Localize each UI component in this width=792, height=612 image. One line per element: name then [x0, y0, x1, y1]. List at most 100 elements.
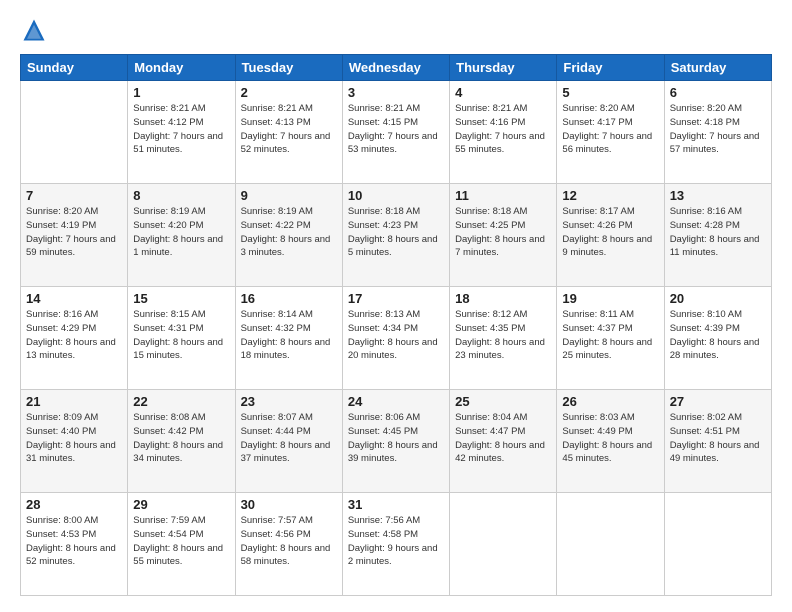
day-of-week-header: Sunday: [21, 55, 128, 81]
logo: [20, 16, 52, 44]
calendar-day-cell: [664, 493, 771, 596]
day-number: 28: [26, 497, 122, 512]
day-info: Sunrise: 8:19 AMSunset: 4:20 PMDaylight:…: [133, 205, 229, 260]
day-number: 6: [670, 85, 766, 100]
day-number: 9: [241, 188, 337, 203]
day-of-week-header: Monday: [128, 55, 235, 81]
calendar-day-cell: 1 Sunrise: 8:21 AMSunset: 4:12 PMDaylight…: [128, 81, 235, 184]
day-number: 4: [455, 85, 551, 100]
calendar-day-cell: 14 Sunrise: 8:16 AMSunset: 4:29 PMDayligh…: [21, 287, 128, 390]
calendar-day-cell: 31 Sunrise: 7:56 AMSunset: 4:58 PMDayligh…: [342, 493, 449, 596]
day-number: 7: [26, 188, 122, 203]
calendar-day-cell: 20Sunrise: 8:10 AMSunset: 4:39 PMDayligh…: [664, 287, 771, 390]
calendar-day-cell: [557, 493, 664, 596]
day-info: Sunrise: 8:13 AMSunset: 4:34 PMDaylight:…: [348, 308, 444, 363]
day-info: Sunrise: 8:10 AMSunset: 4:39 PMDaylight:…: [670, 308, 766, 363]
day-number: 1: [133, 85, 229, 100]
day-info: Sunrise: 8:17 AMSunset: 4:26 PMDaylight:…: [562, 205, 658, 260]
calendar-day-cell: 19 Sunrise: 8:11 AMSunset: 4:37 PMDayligh…: [557, 287, 664, 390]
day-info: Sunrise: 8:21 AMSunset: 4:15 PMDaylight:…: [348, 102, 444, 157]
day-of-week-header: Friday: [557, 55, 664, 81]
day-info: Sunrise: 8:21 AMSunset: 4:12 PMDaylight:…: [133, 102, 229, 157]
calendar-day-cell: 29Sunrise: 7:59 AMSunset: 4:54 PMDayligh…: [128, 493, 235, 596]
calendar-day-cell: 30 Sunrise: 7:57 AMSunset: 4:56 PMDayligh…: [235, 493, 342, 596]
day-number: 8: [133, 188, 229, 203]
calendar-day-cell: 22 Sunrise: 8:08 AMSunset: 4:42 PMDayligh…: [128, 390, 235, 493]
calendar-day-cell: 9 Sunrise: 8:19 AMSunset: 4:22 PMDaylight…: [235, 184, 342, 287]
day-number: 2: [241, 85, 337, 100]
day-number: 26: [562, 394, 658, 409]
calendar-day-cell: 25Sunrise: 8:04 AMSunset: 4:47 PMDayligh…: [450, 390, 557, 493]
day-number: 21: [26, 394, 122, 409]
calendar-day-cell: 3 Sunrise: 8:21 AMSunset: 4:15 PMDaylight…: [342, 81, 449, 184]
day-number: 18: [455, 291, 551, 306]
day-info: Sunrise: 8:06 AMSunset: 4:45 PMDaylight:…: [348, 411, 444, 466]
day-info: Sunrise: 8:21 AMSunset: 4:13 PMDaylight:…: [241, 102, 337, 157]
day-number: 10: [348, 188, 444, 203]
header: [20, 16, 772, 44]
calendar-day-cell: 12 Sunrise: 8:17 AMSunset: 4:26 PMDayligh…: [557, 184, 664, 287]
calendar-day-cell: 4 Sunrise: 8:21 AMSunset: 4:16 PMDaylight…: [450, 81, 557, 184]
day-info: Sunrise: 8:20 AMSunset: 4:19 PMDaylight:…: [26, 205, 122, 260]
day-number: 15: [133, 291, 229, 306]
day-info: Sunrise: 8:08 AMSunset: 4:42 PMDaylight:…: [133, 411, 229, 466]
day-number: 5: [562, 85, 658, 100]
calendar-day-cell: 13Sunrise: 8:16 AMSunset: 4:28 PMDayligh…: [664, 184, 771, 287]
calendar-day-cell: 5Sunrise: 8:20 AMSunset: 4:17 PMDaylight…: [557, 81, 664, 184]
calendar-day-cell: 28Sunrise: 8:00 AMSunset: 4:53 PMDayligh…: [21, 493, 128, 596]
day-number: 24: [348, 394, 444, 409]
calendar-day-cell: 11 Sunrise: 8:18 AMSunset: 4:25 PMDayligh…: [450, 184, 557, 287]
calendar-day-cell: 26 Sunrise: 8:03 AMSunset: 4:49 PMDayligh…: [557, 390, 664, 493]
calendar-week-row: 1 Sunrise: 8:21 AMSunset: 4:12 PMDaylight…: [21, 81, 772, 184]
day-info: Sunrise: 8:09 AMSunset: 4:40 PMDaylight:…: [26, 411, 122, 466]
calendar-week-row: 21 Sunrise: 8:09 AMSunset: 4:40 PMDayligh…: [21, 390, 772, 493]
calendar-day-cell: [21, 81, 128, 184]
calendar-day-cell: 27 Sunrise: 8:02 AMSunset: 4:51 PMDayligh…: [664, 390, 771, 493]
day-info: Sunrise: 8:12 AMSunset: 4:35 PMDaylight:…: [455, 308, 551, 363]
day-number: 3: [348, 85, 444, 100]
calendar-day-cell: 16Sunrise: 8:14 AMSunset: 4:32 PMDayligh…: [235, 287, 342, 390]
calendar-week-row: 28Sunrise: 8:00 AMSunset: 4:53 PMDayligh…: [21, 493, 772, 596]
calendar-day-cell: 17 Sunrise: 8:13 AMSunset: 4:34 PMDayligh…: [342, 287, 449, 390]
day-number: 30: [241, 497, 337, 512]
calendar-day-cell: 24 Sunrise: 8:06 AMSunset: 4:45 PMDayligh…: [342, 390, 449, 493]
day-of-week-header: Tuesday: [235, 55, 342, 81]
day-info: Sunrise: 8:02 AMSunset: 4:51 PMDaylight:…: [670, 411, 766, 466]
day-of-week-header: Thursday: [450, 55, 557, 81]
calendar-day-cell: 15Sunrise: 8:15 AMSunset: 4:31 PMDayligh…: [128, 287, 235, 390]
calendar-day-cell: 10 Sunrise: 8:18 AMSunset: 4:23 PMDayligh…: [342, 184, 449, 287]
day-number: 31: [348, 497, 444, 512]
day-of-week-header: Saturday: [664, 55, 771, 81]
logo-icon: [20, 16, 48, 44]
day-number: 27: [670, 394, 766, 409]
day-number: 23: [241, 394, 337, 409]
day-number: 11: [455, 188, 551, 203]
day-info: Sunrise: 7:57 AMSunset: 4:56 PMDaylight:…: [241, 514, 337, 569]
day-number: 29: [133, 497, 229, 512]
day-number: 14: [26, 291, 122, 306]
calendar-table: SundayMondayTuesdayWednesdayThursdayFrid…: [20, 54, 772, 596]
day-number: 19: [562, 291, 658, 306]
day-info: Sunrise: 8:04 AMSunset: 4:47 PMDaylight:…: [455, 411, 551, 466]
day-info: Sunrise: 8:18 AMSunset: 4:23 PMDaylight:…: [348, 205, 444, 260]
day-info: Sunrise: 8:07 AMSunset: 4:44 PMDaylight:…: [241, 411, 337, 466]
day-number: 17: [348, 291, 444, 306]
day-info: Sunrise: 7:56 AMSunset: 4:58 PMDaylight:…: [348, 514, 444, 569]
calendar-day-cell: 6 Sunrise: 8:20 AMSunset: 4:18 PMDaylight…: [664, 81, 771, 184]
calendar-day-cell: [450, 493, 557, 596]
day-info: Sunrise: 8:20 AMSunset: 4:18 PMDaylight:…: [670, 102, 766, 157]
day-info: Sunrise: 8:16 AMSunset: 4:29 PMDaylight:…: [26, 308, 122, 363]
day-number: 16: [241, 291, 337, 306]
day-of-week-header: Wednesday: [342, 55, 449, 81]
calendar-day-cell: 8 Sunrise: 8:19 AMSunset: 4:20 PMDaylight…: [128, 184, 235, 287]
day-info: Sunrise: 8:19 AMSunset: 4:22 PMDaylight:…: [241, 205, 337, 260]
calendar-day-cell: 23 Sunrise: 8:07 AMSunset: 4:44 PMDayligh…: [235, 390, 342, 493]
day-number: 12: [562, 188, 658, 203]
day-info: Sunrise: 8:18 AMSunset: 4:25 PMDaylight:…: [455, 205, 551, 260]
day-number: 22: [133, 394, 229, 409]
day-info: Sunrise: 8:21 AMSunset: 4:16 PMDaylight:…: [455, 102, 551, 157]
day-info: Sunrise: 8:11 AMSunset: 4:37 PMDaylight:…: [562, 308, 658, 363]
calendar-day-cell: 2 Sunrise: 8:21 AMSunset: 4:13 PMDaylight…: [235, 81, 342, 184]
day-info: Sunrise: 8:03 AMSunset: 4:49 PMDaylight:…: [562, 411, 658, 466]
day-number: 13: [670, 188, 766, 203]
